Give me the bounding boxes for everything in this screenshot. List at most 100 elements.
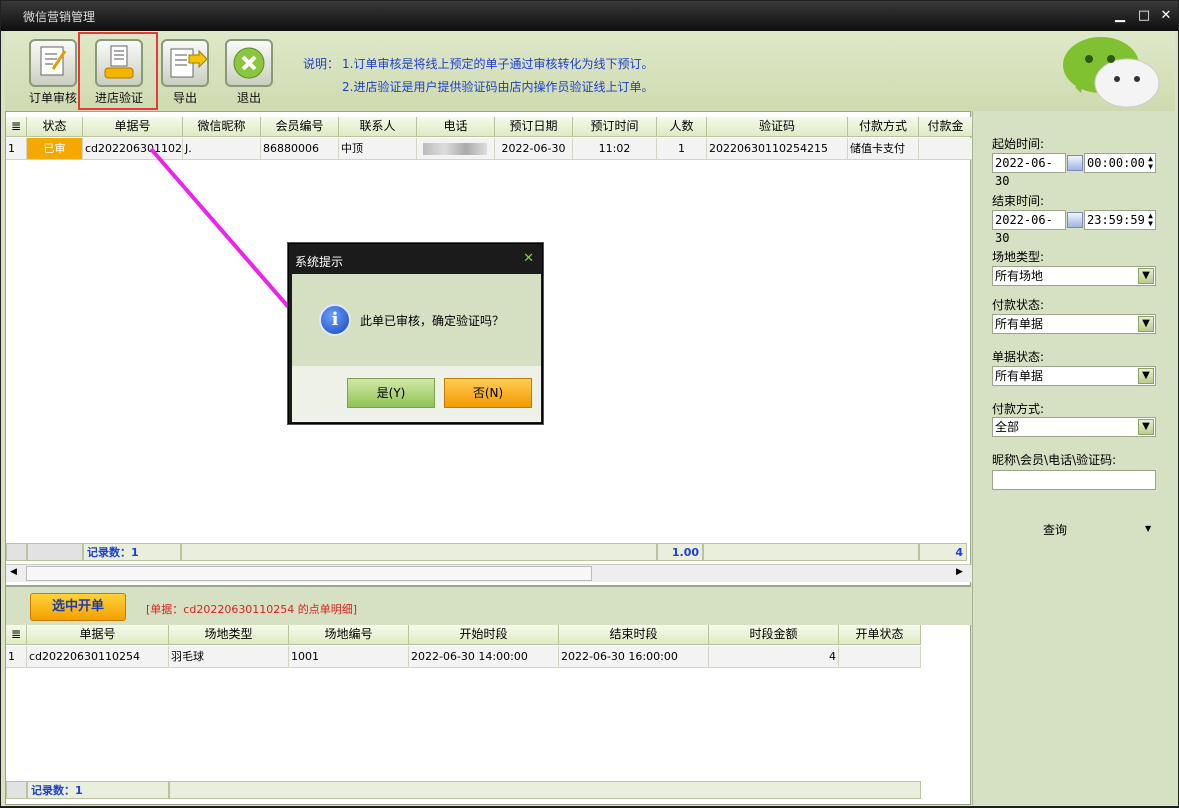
pay-status-label: 付款状态:	[992, 298, 1045, 312]
minimize-button[interactable]: ▁	[1109, 5, 1131, 27]
calendar-icon[interactable]	[1067, 212, 1083, 228]
start-time-value: 00:00:00	[1087, 156, 1145, 170]
bill-status-select[interactable]: 所有单据 ▼	[992, 366, 1156, 386]
maximize-button[interactable]: □	[1133, 5, 1155, 27]
cell-pay-amount	[919, 138, 973, 160]
footer-blank	[169, 781, 921, 799]
pay-status-value: 所有单据	[995, 317, 1044, 331]
col-detail-bill-no[interactable]: 单据号	[27, 625, 169, 645]
detail-footer: 记录数：1	[6, 781, 921, 801]
orders-hscrollbar[interactable]: ◀ ▶	[6, 564, 972, 582]
export-label: 导出	[172, 91, 197, 105]
dialog-message: 此单已审核，确定验证吗？	[360, 314, 505, 328]
info-icon: i	[319, 304, 351, 336]
cell-amount: 4	[709, 646, 839, 668]
footer-blank-2	[703, 543, 919, 561]
open-bill-button[interactable]: 选中开单	[30, 593, 126, 621]
close-button[interactable]: ✕	[1155, 5, 1177, 27]
scroll-thumb[interactable]	[26, 566, 592, 581]
cell-people: 1	[657, 138, 707, 160]
cell-end: 2022-06-30 16:00:00	[559, 646, 709, 668]
status-badge: 已审	[27, 138, 83, 160]
toolbar: 订单审核 进店验证 导出 退出 说明： 1.订单审核是将线上预定的单子通过审核转…	[5, 31, 1175, 111]
pay-method-select[interactable]: 全部 ▼	[992, 417, 1156, 437]
detail-panel: 选中开单 [单据：cd20220630110254 的点单明细] ≣ 单据号 场…	[5, 586, 972, 805]
col-status[interactable]: 状态	[27, 117, 83, 137]
col-contact[interactable]: 联系人	[339, 117, 417, 137]
cell-nickname: J.	[183, 138, 261, 160]
search-label: 昵称\会员\电话\验证码:	[992, 453, 1117, 467]
col-member-no[interactable]: 会员编号	[261, 117, 339, 137]
footer-sum: 1.00	[657, 543, 703, 561]
calendar-icon[interactable]	[1067, 155, 1083, 171]
col-phone[interactable]: 电话	[417, 117, 495, 137]
col-amount[interactable]: 时段金额	[709, 625, 839, 645]
col-people[interactable]: 人数	[657, 117, 707, 137]
chevron-down-icon[interactable]: ▼	[1138, 419, 1154, 435]
row-menu-icon[interactable]: ≣	[6, 117, 27, 137]
col-pay-method[interactable]: 付款方式	[848, 117, 919, 137]
scroll-left-icon[interactable]: ◀	[10, 567, 17, 577]
dialog-body: i 此单已审核，确定验证吗？	[292, 274, 541, 366]
col-bill-no[interactable]: 单据号	[83, 117, 183, 137]
footer-count: 记录数：1	[83, 543, 181, 561]
start-date-input[interactable]: 2022-06-30	[992, 153, 1066, 188]
exit-button[interactable]: 退出	[217, 37, 281, 107]
start-time-input[interactable]: 00:00:00 ▲ ▼	[1084, 153, 1156, 173]
query-button[interactable]: 查询	[1043, 521, 1067, 538]
spinner-icon[interactable]: ▲ ▼	[1148, 212, 1153, 228]
window-title: 微信营销管理	[23, 10, 96, 24]
export-button[interactable]: 导出	[153, 37, 217, 107]
col-site-no[interactable]: 场地编号	[289, 625, 409, 645]
order-review-button[interactable]: 订单审核	[21, 37, 85, 107]
site-type-value: 所有场地	[995, 269, 1044, 283]
col-time[interactable]: 预订时间	[573, 117, 657, 137]
search-input[interactable]	[992, 470, 1156, 490]
dialog-close-icon[interactable]: ✕	[523, 251, 534, 266]
selected-tool-highlight	[78, 32, 158, 110]
pay-method-label: 付款方式:	[992, 402, 1045, 416]
cell-phone	[417, 138, 495, 160]
col-pay-amount[interactable]: 付款金	[919, 117, 973, 137]
chevron-down-icon[interactable]: ▼	[1138, 268, 1154, 284]
yes-button[interactable]: 是(Y)	[347, 378, 435, 408]
cell-detail-bill-no: cd20220630110254	[27, 646, 169, 668]
note-line-2: 2.进店验证是用户提供验证码由店内操作员验证线上订单。	[342, 80, 654, 94]
col-open-status[interactable]: 开单状态	[839, 625, 921, 645]
table-row[interactable]: 1 cd20220630110254 羽毛球 1001 2022-06-30 1…	[6, 646, 921, 668]
end-time-input[interactable]: 23:59:59 ▲ ▼	[1084, 210, 1156, 230]
query-dropdown-icon[interactable]: ▼	[1145, 524, 1151, 533]
chevron-down-icon[interactable]: ▼	[1138, 368, 1154, 384]
scroll-right-icon[interactable]: ▶	[956, 567, 963, 577]
site-type-select[interactable]: 所有场地 ▼	[992, 266, 1156, 286]
filter-panel: 起始时间: 2022-06-30 00:00:00 ▲ ▼ 结束时间: 2022-0…	[972, 111, 1176, 805]
orders-footer: 记录数：1 1.00 4	[6, 543, 967, 563]
col-date[interactable]: 预订日期	[495, 117, 573, 137]
footer-corner	[6, 543, 27, 561]
cell-open-status	[839, 646, 921, 668]
row-index: 1	[6, 138, 27, 160]
no-button[interactable]: 否(N)	[444, 378, 532, 408]
footer-spacer	[27, 543, 83, 561]
orders-header: ≣ 状态 单据号 微信昵称 会员编号 联系人 电话 预订日期 预订时间 人数 验…	[6, 117, 973, 137]
chevron-down-icon[interactable]: ▼	[1138, 316, 1154, 332]
footer-blank	[181, 543, 657, 561]
col-code[interactable]: 验证码	[707, 117, 848, 137]
table-row[interactable]: 1 已审 cd2022063011025 J. 86880006 中顶 2022…	[6, 138, 973, 160]
col-start[interactable]: 开始时段	[409, 625, 559, 645]
detail-footer-count: 记录数：1	[27, 781, 169, 799]
col-end[interactable]: 结束时段	[559, 625, 709, 645]
pay-status-select[interactable]: 所有单据 ▼	[992, 314, 1156, 334]
main-window: 微信营销管理 ▁ □ ✕ 订单审核 进店验证 导出 退出 说明： 1.订单审核是…	[0, 0, 1179, 807]
spinner-icon[interactable]: ▲ ▼	[1148, 155, 1153, 171]
cell-bill-no: cd2022063011025	[83, 138, 183, 160]
end-time-value: 23:59:59	[1087, 213, 1145, 227]
col-site-type[interactable]: 场地类型	[169, 625, 289, 645]
row-menu-icon[interactable]: ≣	[6, 625, 27, 645]
confirm-dialog: 系统提示 ✕ i 此单已审核，确定验证吗？ 是(Y) 否(N)	[288, 243, 543, 424]
cell-start: 2022-06-30 14:00:00	[409, 646, 559, 668]
col-nickname[interactable]: 微信昵称	[183, 117, 261, 137]
end-date-input[interactable]: 2022-06-30	[992, 210, 1066, 245]
start-time-label: 起始时间:	[992, 137, 1045, 151]
detail-note: [单据：cd20220630110254 的点单明细]	[146, 603, 358, 616]
